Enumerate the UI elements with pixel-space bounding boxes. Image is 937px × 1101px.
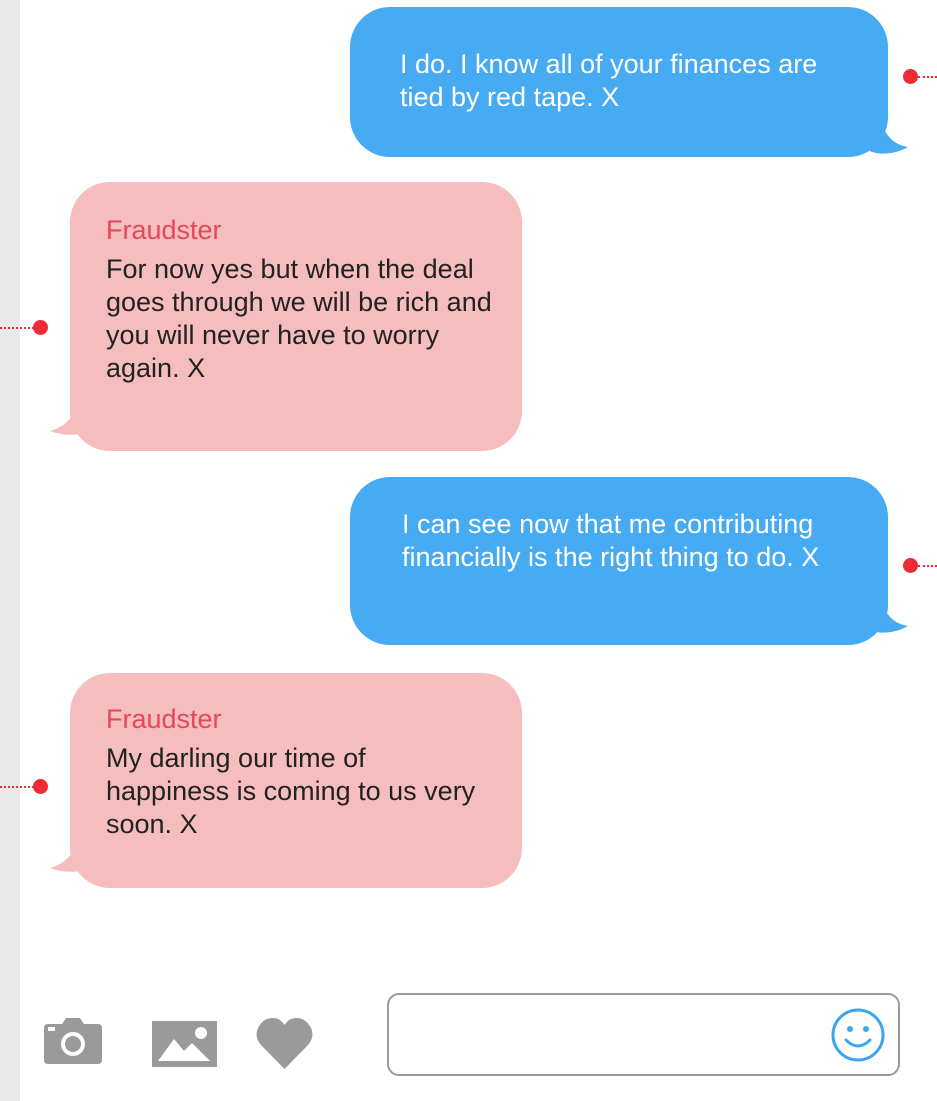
sender-name: Fraudster xyxy=(106,215,222,245)
sender-name: Fraudster xyxy=(106,704,222,734)
message-bubble-received[interactable]: Fraudster For now yes but when the deal … xyxy=(70,182,522,451)
camera-icon[interactable] xyxy=(44,1018,102,1064)
message-text: My darling our time of happiness is comi… xyxy=(106,743,476,839)
message-input[interactable] xyxy=(403,1011,827,1061)
smiley-icon[interactable] xyxy=(830,1007,886,1063)
left-edge-panel xyxy=(0,0,20,1101)
message-text: For now yes but when the deal goes throu… xyxy=(106,254,492,383)
message-text: I do. I know all of your finances are ti… xyxy=(400,49,818,112)
message-bubble-sent[interactable]: I do. I know all of your finances are ti… xyxy=(350,7,888,157)
message-bubble-sent[interactable]: I can see now that me contributing finan… xyxy=(350,477,888,645)
message-bubble-received[interactable]: Fraudster My darling our time of happine… xyxy=(70,673,522,888)
message-text: I can see now that me contributing finan… xyxy=(402,509,820,572)
image-icon[interactable] xyxy=(152,1021,217,1067)
heart-icon[interactable] xyxy=(256,1017,313,1069)
message-input-box[interactable] xyxy=(387,993,900,1076)
